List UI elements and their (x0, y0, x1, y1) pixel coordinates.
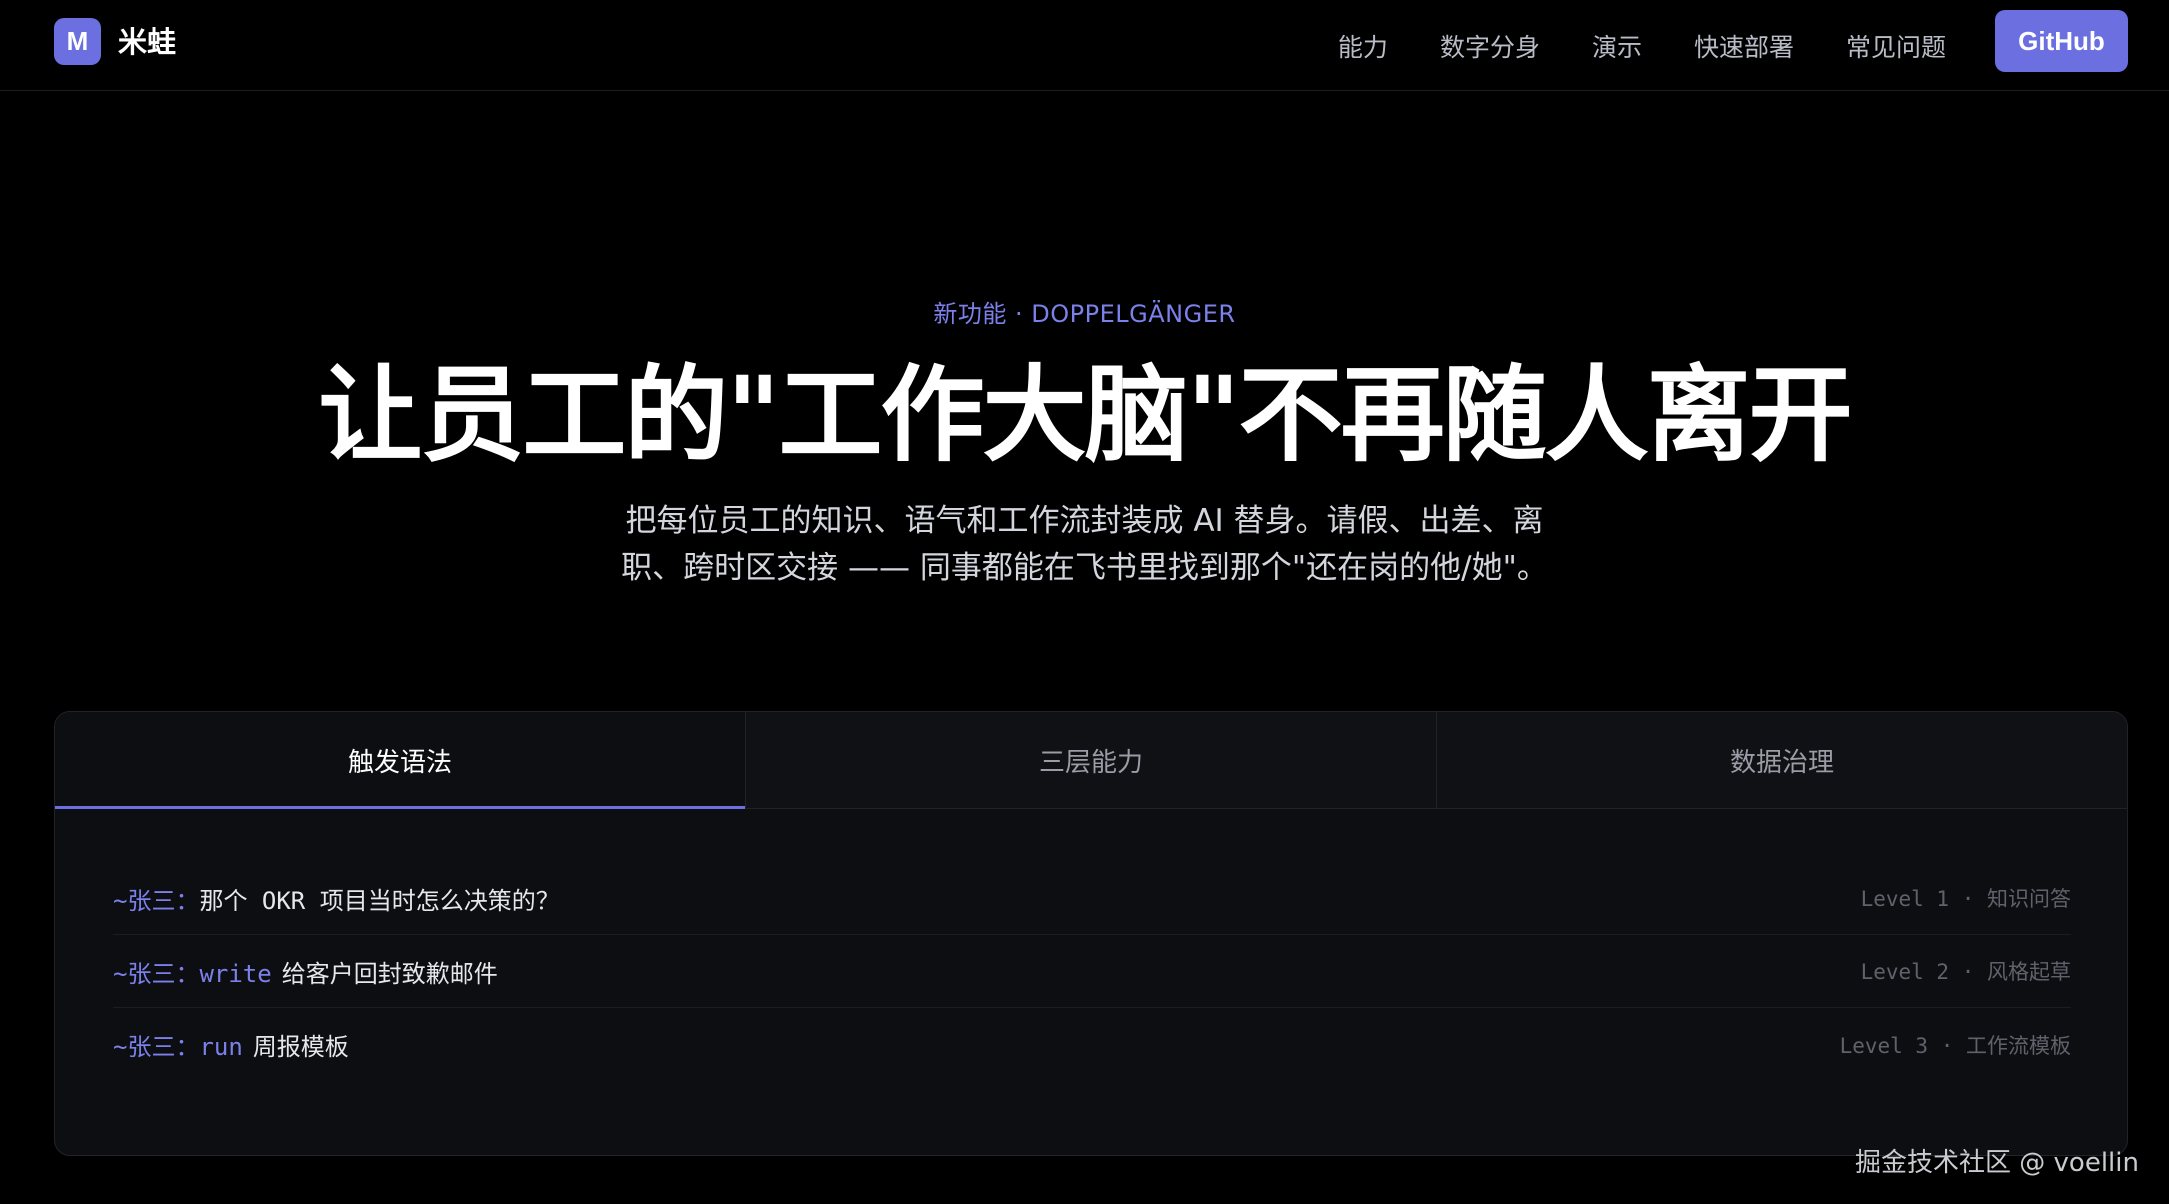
logo-icon[interactable]: M (54, 18, 101, 65)
command-level: Level 3 · 工作流模板 (1839, 1033, 2071, 1058)
nav-link-quick-deploy[interactable]: 快速部署 (1694, 28, 1794, 64)
command-text: ~张三：run 周报模板 (113, 1027, 349, 1062)
feature-panel: 触发语法 三层能力 数据治理 ~张三：那个 OKR 项目当时怎么决策的？ Lev… (54, 711, 2128, 1156)
list-item: ~张三：那个 OKR 项目当时怎么决策的？ Level 1 · 知识问答 (113, 862, 2071, 935)
list-item: ~张三：run 周报模板 Level 3 · 工作流模板 (113, 1008, 2071, 1081)
nav-link-faq[interactable]: 常见问题 (1846, 28, 1946, 64)
hero-eyebrow: 新功能 · DOPPELGÄNGER (933, 300, 1236, 328)
nav-link-capabilities[interactable]: 能力 (1338, 28, 1388, 64)
command-text: ~张三：write 给客户回封致歉邮件 (113, 954, 498, 989)
top-nav: M 米蛙 能力 数字分身 演示 快速部署 常见问题 GitHub (0, 0, 2169, 91)
command-level: Level 1 · 知识问答 (1860, 887, 2071, 911)
hero-title: 让员工的"工作大脑"不再随人离开 (318, 354, 1852, 476)
command-body: 给客户回封致歉邮件 (281, 959, 498, 988)
hero-subtitle-line-1: 把每位员工的知识、语气和工作流封装成 AI 替身。请假、出差、离 (625, 503, 1544, 539)
command-prefix: ~张三： (113, 886, 200, 915)
command-body: 周报模板 (252, 1033, 349, 1061)
list-item: ~张三：write 给客户回封致歉邮件 Level 2 · 风格起草 (113, 935, 2071, 1008)
command-keyword: write (199, 959, 272, 988)
command-prefix: ~张三： (113, 1033, 200, 1061)
command-body: 那个 OKR 项目当时怎么决策的？ (199, 886, 560, 915)
command-keyword: run (199, 1033, 243, 1061)
command-text: ~张三：那个 OKR 项目当时怎么决策的？ (113, 881, 560, 916)
watermark: 掘金技术社区 @ voellin (1855, 1148, 2139, 1178)
tab-three-layer-capability[interactable]: 三层能力 (745, 712, 1436, 808)
hero-subtitle-line-2: 职、跨时区交接 —— 同事都能在飞书里找到那个"还在岗的他/她"。 (621, 550, 1548, 586)
tab-trigger-syntax[interactable]: 触发语法 (55, 712, 745, 809)
tab-data-governance[interactable]: 数据治理 (1436, 712, 2127, 808)
github-button[interactable]: GitHub (1995, 10, 2128, 72)
command-list: ~张三：那个 OKR 项目当时怎么决策的？ Level 1 · 知识问答 ~张三… (113, 862, 2071, 1081)
nav-link-digital-twin[interactable]: 数字分身 (1440, 28, 1540, 64)
command-prefix: ~张三： (113, 959, 200, 988)
panel-tabs: 触发语法 三层能力 数据治理 (55, 712, 2127, 809)
nav-links: 能力 数字分身 演示 快速部署 常见问题 (1286, 0, 1946, 91)
brand-name[interactable]: 米蛙 (118, 22, 176, 62)
hero-subtitle: 把每位员工的知识、语气和工作流封装成 AI 替身。请假、出差、离 职、跨时区交接… (594, 498, 1575, 592)
nav-link-demo[interactable]: 演示 (1592, 28, 1642, 64)
command-level: Level 2 · 风格起草 (1860, 960, 2071, 984)
